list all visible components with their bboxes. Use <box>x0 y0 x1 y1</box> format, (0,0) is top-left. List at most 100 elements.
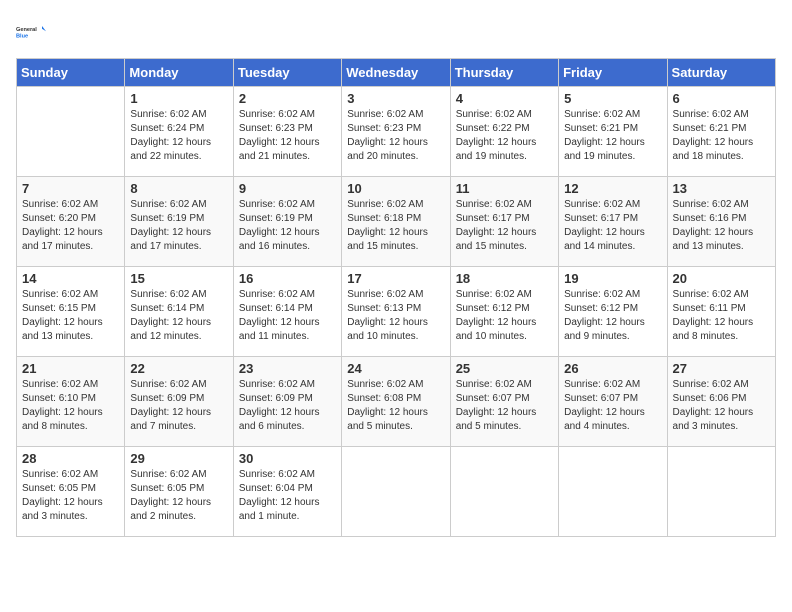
day-info: Sunrise: 6:02 AM Sunset: 6:11 PM Dayligh… <box>673 288 770 344</box>
calendar-cell: 21 Sunrise: 6:02 AM Sunset: 6:10 PM Dayli… <box>17 357 125 447</box>
day-info: Sunrise: 6:02 AM Sunset: 6:06 PM Dayligh… <box>673 378 770 434</box>
week-row-3: 14 Sunrise: 6:02 AM Sunset: 6:15 PM Dayli… <box>17 267 776 357</box>
calendar-cell: 9 Sunrise: 6:02 AM Sunset: 6:19 PM Daylig… <box>233 177 341 267</box>
calendar-cell: 30Sunrise: 6:02 AM Sunset: 6:04 PM Dayli… <box>233 447 341 537</box>
calendar-cell <box>667 447 775 537</box>
calendar-cell: 26Sunrise: 6:02 AM Sunset: 6:07 PM Dayli… <box>559 357 667 447</box>
calendar-cell: 22 Sunrise: 6:02 AM Sunset: 6:09 PM Dayli… <box>125 357 233 447</box>
calendar-cell: 2 Sunrise: 6:02 AM Sunset: 6:23 PM Daylig… <box>233 87 341 177</box>
day-info: Sunrise: 6:02 AM Sunset: 6:09 PM Dayligh… <box>239 378 336 434</box>
day-number: 9 <box>239 181 336 196</box>
day-number: 22 <box>130 361 227 376</box>
day-info: Sunrise: 6:02 AM Sunset: 6:19 PM Dayligh… <box>130 198 227 254</box>
weekday-header-saturday: Saturday <box>667 59 775 87</box>
day-number: 16 <box>239 271 336 286</box>
day-number: 25 <box>456 361 553 376</box>
day-number: 5 <box>564 91 661 106</box>
day-number: 19 <box>564 271 661 286</box>
day-info: Sunrise: 6:02 AM Sunset: 6:21 PM Dayligh… <box>673 108 770 164</box>
day-info: Sunrise: 6:02 AM Sunset: 6:22 PM Dayligh… <box>456 108 553 164</box>
day-info: Sunrise: 6:02 AM Sunset: 6:14 PM Dayligh… <box>130 288 227 344</box>
day-info: Sunrise: 6:02 AM Sunset: 6:13 PM Dayligh… <box>347 288 444 344</box>
calendar-cell: 16 Sunrise: 6:02 AM Sunset: 6:14 PM Dayli… <box>233 267 341 357</box>
calendar-cell: 4Sunrise: 6:02 AM Sunset: 6:22 PM Daylig… <box>450 87 558 177</box>
day-info: Sunrise: 6:02 AM Sunset: 6:14 PM Dayligh… <box>239 288 336 344</box>
week-row-1: 1 Sunrise: 6:02 AM Sunset: 6:24 PM Daylig… <box>17 87 776 177</box>
day-info: Sunrise: 6:02 AM Sunset: 6:24 PM Dayligh… <box>130 108 227 164</box>
calendar-cell: 28 Sunrise: 6:02 AM Sunset: 6:05 PM Dayli… <box>17 447 125 537</box>
calendar-cell: 24Sunrise: 6:02 AM Sunset: 6:08 PM Dayli… <box>342 357 450 447</box>
svg-text:Blue: Blue <box>16 34 28 40</box>
week-row-5: 28 Sunrise: 6:02 AM Sunset: 6:05 PM Dayli… <box>17 447 776 537</box>
day-number: 14 <box>22 271 119 286</box>
weekday-header-wednesday: Wednesday <box>342 59 450 87</box>
day-number: 11 <box>456 181 553 196</box>
calendar-cell: 13 Sunrise: 6:02 AM Sunset: 6:16 PM Dayli… <box>667 177 775 267</box>
calendar-cell: 14 Sunrise: 6:02 AM Sunset: 6:15 PM Dayli… <box>17 267 125 357</box>
calendar-cell <box>559 447 667 537</box>
calendar-cell: 3 Sunrise: 6:02 AM Sunset: 6:23 PM Daylig… <box>342 87 450 177</box>
day-number: 1 <box>130 91 227 106</box>
weekday-header-monday: Monday <box>125 59 233 87</box>
calendar-cell: 12 Sunrise: 6:02 AM Sunset: 6:17 PM Dayli… <box>559 177 667 267</box>
day-number: 8 <box>130 181 227 196</box>
calendar-table: SundayMondayTuesdayWednesdayThursdayFrid… <box>16 58 776 537</box>
calendar-cell: 19 Sunrise: 6:02 AM Sunset: 6:12 PM Dayli… <box>559 267 667 357</box>
calendar-cell: 27 Sunrise: 6:02 AM Sunset: 6:06 PM Dayli… <box>667 357 775 447</box>
weekday-header-sunday: Sunday <box>17 59 125 87</box>
week-row-2: 7 Sunrise: 6:02 AM Sunset: 6:20 PM Daylig… <box>17 177 776 267</box>
calendar-cell: 7 Sunrise: 6:02 AM Sunset: 6:20 PM Daylig… <box>17 177 125 267</box>
day-info: Sunrise: 6:02 AM Sunset: 6:17 PM Dayligh… <box>456 198 553 254</box>
day-info: Sunrise: 6:02 AM Sunset: 6:12 PM Dayligh… <box>564 288 661 344</box>
day-info: Sunrise: 6:02 AM Sunset: 6:15 PM Dayligh… <box>22 288 119 344</box>
day-number: 21 <box>22 361 119 376</box>
weekday-header-friday: Friday <box>559 59 667 87</box>
day-info: Sunrise: 6:02 AM Sunset: 6:08 PM Dayligh… <box>347 378 444 434</box>
logo-icon: GeneralBlue <box>16 16 48 48</box>
day-info: Sunrise: 6:02 AM Sunset: 6:23 PM Dayligh… <box>347 108 444 164</box>
day-number: 13 <box>673 181 770 196</box>
day-info: Sunrise: 6:02 AM Sunset: 6:12 PM Dayligh… <box>456 288 553 344</box>
calendar-cell: 11 Sunrise: 6:02 AM Sunset: 6:17 PM Dayli… <box>450 177 558 267</box>
day-info: Sunrise: 6:02 AM Sunset: 6:16 PM Dayligh… <box>673 198 770 254</box>
calendar-cell <box>17 87 125 177</box>
day-info: Sunrise: 6:02 AM Sunset: 6:05 PM Dayligh… <box>22 468 119 524</box>
day-number: 12 <box>564 181 661 196</box>
day-info: Sunrise: 6:02 AM Sunset: 6:17 PM Dayligh… <box>564 198 661 254</box>
day-number: 2 <box>239 91 336 106</box>
calendar-cell: 29Sunrise: 6:02 AM Sunset: 6:05 PM Dayli… <box>125 447 233 537</box>
day-info: Sunrise: 6:02 AM Sunset: 6:18 PM Dayligh… <box>347 198 444 254</box>
day-info: Sunrise: 6:02 AM Sunset: 6:09 PM Dayligh… <box>130 378 227 434</box>
weekday-header-thursday: Thursday <box>450 59 558 87</box>
calendar-cell <box>450 447 558 537</box>
calendar-cell: 8 Sunrise: 6:02 AM Sunset: 6:19 PM Daylig… <box>125 177 233 267</box>
day-number: 10 <box>347 181 444 196</box>
weekday-header-row: SundayMondayTuesdayWednesdayThursdayFrid… <box>17 59 776 87</box>
day-number: 23 <box>239 361 336 376</box>
day-number: 18 <box>456 271 553 286</box>
calendar-cell: 1 Sunrise: 6:02 AM Sunset: 6:24 PM Daylig… <box>125 87 233 177</box>
svg-text:General: General <box>16 27 37 33</box>
day-info: Sunrise: 6:02 AM Sunset: 6:20 PM Dayligh… <box>22 198 119 254</box>
day-number: 30 <box>239 451 336 466</box>
day-number: 28 <box>22 451 119 466</box>
calendar-cell <box>342 447 450 537</box>
day-info: Sunrise: 6:02 AM Sunset: 6:10 PM Dayligh… <box>22 378 119 434</box>
calendar-cell: 18 Sunrise: 6:02 AM Sunset: 6:12 PM Dayli… <box>450 267 558 357</box>
calendar-cell: 23 Sunrise: 6:02 AM Sunset: 6:09 PM Dayli… <box>233 357 341 447</box>
weekday-header-tuesday: Tuesday <box>233 59 341 87</box>
week-row-4: 21 Sunrise: 6:02 AM Sunset: 6:10 PM Dayli… <box>17 357 776 447</box>
day-info: Sunrise: 6:02 AM Sunset: 6:23 PM Dayligh… <box>239 108 336 164</box>
calendar-cell: 20Sunrise: 6:02 AM Sunset: 6:11 PM Dayli… <box>667 267 775 357</box>
day-number: 17 <box>347 271 444 286</box>
calendar-cell: 17 Sunrise: 6:02 AM Sunset: 6:13 PM Dayli… <box>342 267 450 357</box>
day-number: 7 <box>22 181 119 196</box>
calendar-cell: 6 Sunrise: 6:02 AM Sunset: 6:21 PM Daylig… <box>667 87 775 177</box>
day-number: 6 <box>673 91 770 106</box>
day-info: Sunrise: 6:02 AM Sunset: 6:07 PM Dayligh… <box>456 378 553 434</box>
day-info: Sunrise: 6:02 AM Sunset: 6:05 PM Dayligh… <box>130 468 227 524</box>
day-number: 27 <box>673 361 770 376</box>
calendar-cell: 5Sunrise: 6:02 AM Sunset: 6:21 PM Daylig… <box>559 87 667 177</box>
day-info: Sunrise: 6:02 AM Sunset: 6:19 PM Dayligh… <box>239 198 336 254</box>
day-number: 3 <box>347 91 444 106</box>
